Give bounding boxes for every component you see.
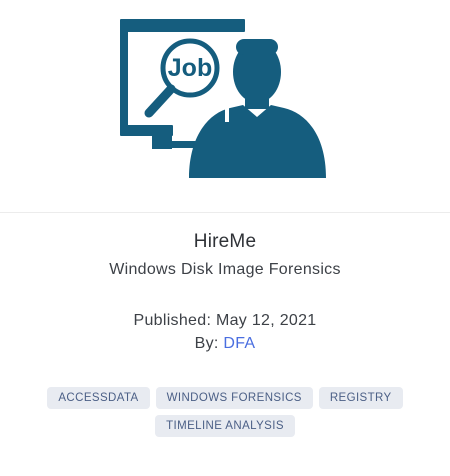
post-card: Job HireMe Windows Disk Image Forensics … (0, 0, 450, 476)
author-line: By: DFA (0, 335, 450, 353)
tag-timeline-analysis[interactable]: TIMELINE ANALYSIS (155, 415, 295, 437)
job-search-person-icon: Job (120, 19, 326, 178)
svg-text:Job: Job (168, 54, 212, 82)
tag-accessdata[interactable]: ACCESSDATA (47, 387, 150, 409)
post-subtitle: Windows Disk Image Forensics (109, 261, 341, 278)
post-hero-image[interactable]: Job (0, 0, 450, 213)
tag-registry[interactable]: REGISTRY (318, 387, 403, 409)
published-date: Published: May 12, 2021 (133, 312, 317, 329)
author-prefix: By: (194, 335, 219, 352)
tag-windows-forensics[interactable]: WINDOWS FORENSICS (155, 387, 313, 409)
tag-list: ACCESSDATA WINDOWS FORENSICS REGISTRY TI… (30, 387, 420, 437)
post-title[interactable]: HireMe (0, 231, 450, 253)
author-link[interactable]: DFA (223, 335, 255, 352)
